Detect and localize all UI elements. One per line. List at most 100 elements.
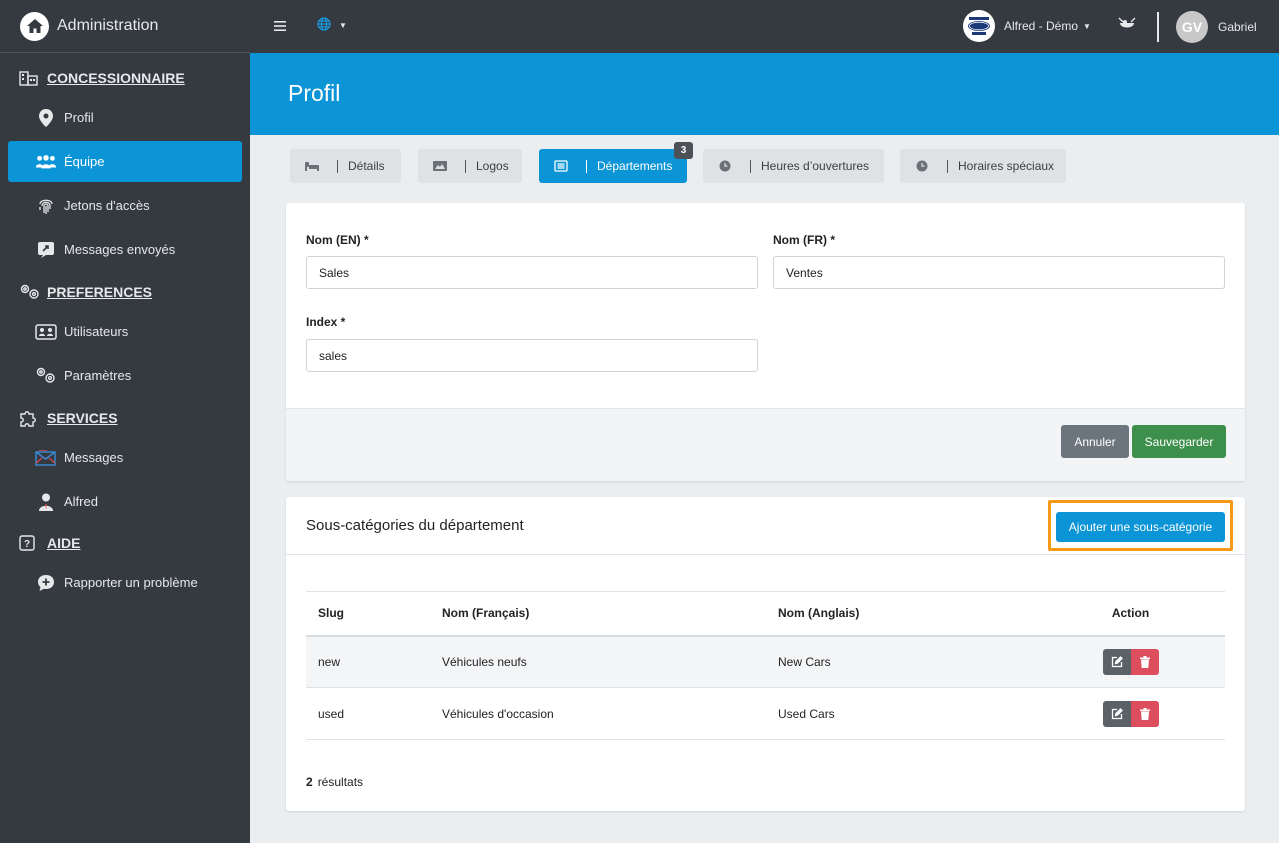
delete-button[interactable] xyxy=(1130,700,1159,727)
sidebar-item-parametres[interactable]: Paramètres xyxy=(8,355,242,396)
clock-icon xyxy=(914,160,930,172)
gears-icon xyxy=(35,367,57,385)
index-label: Index * xyxy=(306,315,346,329)
sidebar-item-messages-envoyes[interactable]: Messages envoyés xyxy=(8,229,242,270)
table-row: new Véhicules neufs New Cars xyxy=(306,635,1225,688)
tab-logos[interactable]: Logos xyxy=(418,149,522,183)
section-preferences: PREFERENCES xyxy=(0,280,250,304)
tab-label: Logos xyxy=(476,159,509,173)
table-row: used Véhicules d'occasion Used Cars xyxy=(306,687,1225,740)
sidebar-item-equipe[interactable]: Équipe xyxy=(8,141,242,182)
page-header: Profil xyxy=(250,53,1279,135)
users-card-icon xyxy=(35,323,57,340)
dealer-dropdown[interactable]: Alfred - Démo ▼ xyxy=(963,10,1091,42)
sidebar-item-label: Jetons d'accès xyxy=(64,198,150,213)
column-header-slug[interactable]: Slug xyxy=(306,591,430,637)
results-number: 2 xyxy=(306,775,313,789)
cancel-button[interactable]: Annuler xyxy=(1061,425,1129,458)
cell-nom-en: New Cars xyxy=(766,635,1036,688)
action-buttons xyxy=(1102,700,1159,727)
gears-icon xyxy=(19,284,41,300)
team-icon xyxy=(35,154,57,170)
cell-nom-en: Used Cars xyxy=(766,687,1036,740)
chevron-down-icon: ▼ xyxy=(1083,21,1091,31)
user-name: Gabriel xyxy=(1218,20,1257,34)
top-bar: ▼ Alfred - Démo ▼ GV Gabriel xyxy=(250,0,1279,53)
dealer-name: Alfred - Démo xyxy=(1004,19,1079,33)
tab-separator xyxy=(750,159,751,173)
tab-heures-ouvertures[interactable]: Heures d’ouvertures xyxy=(703,149,884,183)
section-concessionnaire: CONCESSIONNAIRE xyxy=(0,66,250,90)
sidebar-item-profil[interactable]: Profil xyxy=(8,97,242,138)
tab-details[interactable]: Détails xyxy=(290,149,401,183)
svg-text:?: ? xyxy=(24,539,30,550)
puzzle-icon xyxy=(19,409,41,427)
section-services: SERVICES xyxy=(0,406,250,430)
results-label: résultats xyxy=(317,775,364,789)
sidebar-item-label: Profil xyxy=(64,110,94,125)
sidebar-item-utilisateurs[interactable]: Utilisateurs xyxy=(8,311,242,352)
globe-icon xyxy=(317,17,331,34)
robot-icon[interactable] xyxy=(1118,17,1136,34)
sidebar-item-label: Rapporter un problème xyxy=(64,575,198,590)
cell-nom-fr: Véhicules d'occasion xyxy=(430,687,766,740)
cell-actions xyxy=(1036,687,1225,740)
subcategories-card: Sous-catégories du département Ajouter u… xyxy=(286,497,1245,811)
edit-button[interactable] xyxy=(1102,648,1131,675)
tab-label: Heures d’ouvertures xyxy=(761,159,870,173)
image-icon xyxy=(432,160,448,172)
department-form-card: Nom (EN) * Nom (FR) * Index * Annuler Sa… xyxy=(286,203,1245,481)
tab-separator xyxy=(947,159,948,173)
fingerprint-icon xyxy=(35,197,57,215)
home-icon xyxy=(20,11,49,41)
language-dropdown[interactable]: ▼ xyxy=(317,17,347,34)
tab-separator xyxy=(465,159,466,173)
buildings-icon xyxy=(19,70,41,86)
question-square-icon: ? xyxy=(19,535,41,551)
share-box-icon xyxy=(35,241,57,259)
add-subcategory-button[interactable]: Ajouter une sous-catégorie xyxy=(1056,512,1225,542)
tab-separator xyxy=(337,159,338,173)
brand[interactable]: Administration xyxy=(0,0,250,53)
section-label[interactable]: PREFERENCES xyxy=(47,284,152,300)
sidebar-item-messages[interactable]: Messages xyxy=(8,437,242,478)
person-icon xyxy=(35,493,57,511)
edit-icon xyxy=(1111,655,1123,667)
cell-actions xyxy=(1036,635,1225,688)
comment-plus-icon xyxy=(35,574,57,592)
chevron-down-icon: ▼ xyxy=(339,21,347,30)
subcategories-title: Sous-catégories du département xyxy=(306,517,524,534)
section-label[interactable]: CONCESSIONNAIRE xyxy=(47,70,185,86)
tab-horaires-speciaux[interactable]: Horaires spéciaux xyxy=(900,149,1066,183)
section-label[interactable]: SERVICES xyxy=(47,410,118,426)
section-aide: ? AIDE xyxy=(0,531,250,555)
sidebar-item-jetons[interactable]: Jetons d'accès xyxy=(8,185,242,226)
bed-icon xyxy=(304,160,320,172)
count-badge: 3 xyxy=(674,142,693,159)
save-button[interactable]: Sauvegarder xyxy=(1132,425,1226,458)
column-header-nom-fr[interactable]: Nom (Français) xyxy=(430,591,766,637)
table-header-row: Slug Nom (Français) Nom (Anglais) Action xyxy=(306,591,1225,637)
section-label[interactable]: AIDE xyxy=(47,535,80,551)
trash-icon xyxy=(1139,707,1150,720)
tab-label: Horaires spéciaux xyxy=(958,159,1055,173)
topbar-divider xyxy=(1157,12,1159,42)
sidebar-item-label: Messages envoyés xyxy=(64,242,176,257)
sidebar-item-alfred[interactable]: Alfred xyxy=(8,481,242,522)
sidebar-item-label: Équipe xyxy=(64,154,105,169)
name-fr-input[interactable] xyxy=(773,256,1225,289)
tab-separator xyxy=(586,159,587,173)
sidebar-item-label: Paramètres xyxy=(64,368,132,383)
menu-toggle-icon[interactable] xyxy=(274,17,286,37)
column-header-nom-en[interactable]: Nom (Anglais) xyxy=(766,591,1036,637)
sidebar-item-rapporter[interactable]: Rapporter un problème xyxy=(8,562,242,603)
add-button-highlight: Ajouter une sous-catégorie xyxy=(1048,500,1233,551)
user-menu[interactable]: GV Gabriel xyxy=(1176,11,1257,43)
sidebar-item-label: Utilisateurs xyxy=(64,324,129,339)
name-en-input[interactable] xyxy=(306,256,758,289)
edit-icon xyxy=(1111,707,1123,719)
tab-departements[interactable]: Départements 3 xyxy=(539,142,693,183)
index-input[interactable] xyxy=(306,339,758,372)
delete-button[interactable] xyxy=(1130,648,1159,675)
edit-button[interactable] xyxy=(1102,700,1131,727)
